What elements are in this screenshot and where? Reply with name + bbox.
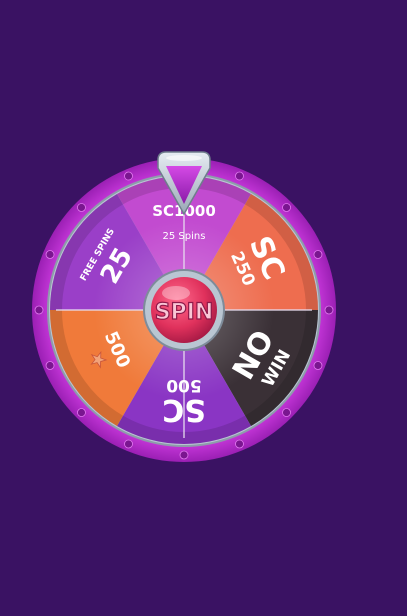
rim-rivet	[235, 439, 244, 449]
segment-label-sc-500: SC 500	[162, 375, 206, 427]
rim-rivet	[324, 305, 334, 315]
rim-rivet	[77, 203, 86, 212]
segment-sc-500-value: 500	[166, 375, 202, 395]
prize-wheel: SC1000 25 Spins SC 250 NO WIN SC 500 500…	[32, 151, 336, 462]
rim-rivet	[45, 361, 55, 370]
rim-rivet	[124, 439, 133, 449]
rim-rivet	[179, 450, 189, 460]
rim-rivet	[77, 408, 86, 417]
rim-rivet	[34, 305, 44, 315]
segment-sc-1000-sub: 25 Spins	[163, 231, 206, 242]
rim-rivet	[282, 408, 291, 417]
segment-sc-500-currency: SC	[162, 392, 206, 427]
rim-rivet	[45, 250, 55, 259]
segment-sc-1000-currency: SC	[152, 202, 174, 220]
rim-rivet	[313, 250, 323, 259]
spin-wheel-stage: SC1000 25 Spins SC 250 NO WIN SC 500 500…	[0, 0, 407, 616]
rim-rivet	[313, 361, 323, 370]
spin-button-label[interactable]: SPIN	[154, 299, 214, 325]
rim-rivet	[124, 171, 133, 181]
rim-rivet	[235, 171, 244, 181]
rim-rivet	[282, 203, 291, 212]
spin-button[interactable]: SPIN	[143, 269, 225, 351]
